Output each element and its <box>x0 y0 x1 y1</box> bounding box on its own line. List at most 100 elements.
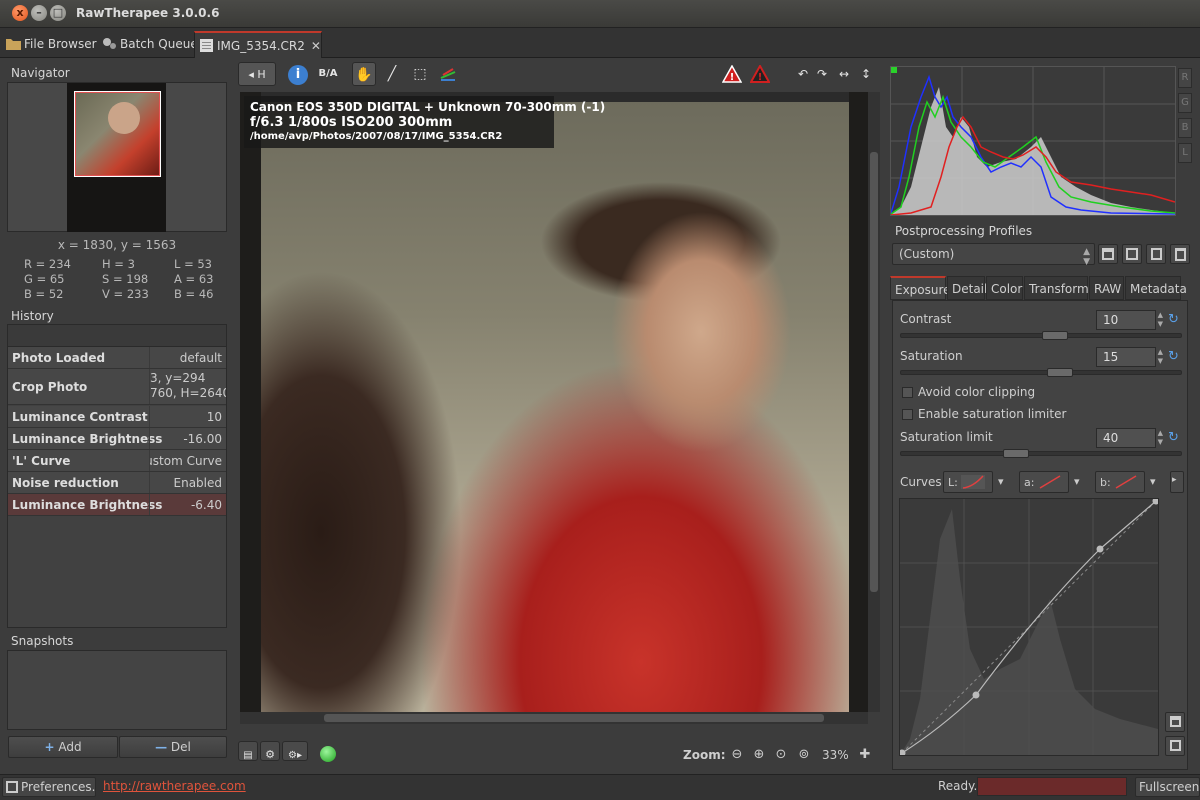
contrast-slider-knob[interactable] <box>1042 331 1068 340</box>
saturation-value: 15 <box>1103 350 1119 364</box>
tab-exposure[interactable]: Exposure <box>890 276 951 300</box>
enable-saturation-limiter-checkbox[interactable] <box>902 409 913 420</box>
saturation-slider-knob[interactable] <box>1047 368 1073 377</box>
straighten-tool-button[interactable] <box>436 62 460 86</box>
preferences-button[interactable]: Preferences... <box>2 777 96 797</box>
history-row-name: Crop Photo <box>12 380 88 394</box>
flip-vertical-button[interactable]: ↕ <box>854 62 878 86</box>
zoom-100-button[interactable]: ⊚ <box>795 746 813 764</box>
zoom-out-button[interactable]: ⊖ <box>728 746 746 764</box>
spin-arrows-icon[interactable]: ▲ ▼ <box>1158 348 1163 366</box>
homepage-link[interactable]: http://rawtherapee.com <box>103 779 246 793</box>
snapshots-list[interactable] <box>7 650 227 730</box>
zoom-100-icon: ⊚ <box>798 747 810 762</box>
spin-arrows-icon[interactable]: ▲ ▼ <box>1158 311 1163 329</box>
tab-metadata[interactable]: Metadata <box>1125 276 1187 300</box>
saturation-reset-icon[interactable]: ↻ <box>1168 350 1182 364</box>
delete-snapshot-button[interactable]: — Del <box>119 736 227 758</box>
saturation-limit-value: 40 <box>1103 431 1119 445</box>
hand-tool-button[interactable]: ✋ <box>352 62 376 86</box>
saturation-limit-reset-icon[interactable]: ↻ <box>1168 431 1182 445</box>
before-after-button[interactable]: B/A <box>316 62 340 86</box>
white-balance-picker-button[interactable]: ╱ <box>380 62 404 86</box>
photo-preview[interactable] <box>261 102 849 712</box>
new-detail-window-button[interactable]: ✚ <box>856 746 874 764</box>
vertical-scrollbar[interactable] <box>868 92 880 712</box>
image-preview[interactable]: Canon EOS 350D DIGITAL + Unknown 70-300m… <box>240 92 868 712</box>
curve-load-button[interactable] <box>1165 712 1185 732</box>
b-curve-dropdown-icon[interactable]: ▾ <box>1150 475 1156 488</box>
horizontal-scrollbar[interactable] <box>240 712 868 724</box>
spin-arrows-icon[interactable]: ▲ ▼ <box>1158 429 1163 447</box>
left-panel-toggle-button[interactable]: ▤ <box>238 741 258 761</box>
dropdown-arrows-icon: ▲ ▼ <box>1083 247 1090 267</box>
history-title: History <box>11 309 54 323</box>
fullscreen-button[interactable]: Fullscreen <box>1135 777 1200 797</box>
rotate-right-button[interactable]: ↷ <box>810 62 834 86</box>
history-row-selected[interactable]: Luminance Brightness -6.40 <box>8 494 226 516</box>
load-profile-button[interactable] <box>1098 244 1118 264</box>
history-row[interactable]: Luminance Contrast 10 <box>8 406 226 428</box>
history-row[interactable]: 'L' Curve Custom Curve <box>8 450 226 472</box>
highlight-clipping-button[interactable]: ! <box>720 62 744 86</box>
history-row[interactable]: Luminance Brightness -16.00 <box>8 428 226 450</box>
curve-expand-button[interactable]: ▸ <box>1170 471 1184 493</box>
pixel-a-value: A = 63 <box>174 272 214 286</box>
history-row[interactable]: Crop Photo 3, y=294 760, H=2640 <box>8 369 226 405</box>
flip-horizontal-button[interactable]: ↔ <box>832 62 856 86</box>
saturation-limit-input[interactable]: 40 ▲ ▼ <box>1096 428 1163 448</box>
panel-icon: ▤ <box>243 750 253 761</box>
tab-batch-queue[interactable]: Batch Queue <box>98 31 204 58</box>
contrast-reset-icon[interactable]: ↻ <box>1168 313 1182 327</box>
saturation-limit-label: Saturation limit <box>900 430 993 444</box>
paste-profile-button[interactable] <box>1170 244 1190 264</box>
close-window-button[interactable]: x <box>12 5 28 21</box>
avoid-color-clipping-checkbox[interactable] <box>902 387 913 398</box>
horizontal-scrollbar-thumb[interactable] <box>324 714 824 722</box>
saturation-limit-slider-knob[interactable] <box>1003 449 1029 458</box>
histogram-green-toggle[interactable]: G <box>1178 93 1192 113</box>
zoom-in-button[interactable]: ⊕ <box>750 746 768 764</box>
send-to-queue-button[interactable]: ⚙▸ <box>282 741 308 761</box>
maximize-window-button[interactable]: □ <box>50 5 66 21</box>
tab-detail[interactable]: Detail <box>947 276 987 300</box>
hide-history-button[interactable]: ◂ H <box>238 62 276 86</box>
close-tab-icon[interactable]: ✕ <box>311 39 321 53</box>
tab-raw[interactable]: RAW <box>1089 276 1124 300</box>
tab-image-editor[interactable]: IMG_5354.CR2 ✕ <box>194 31 322 58</box>
a-curve-dropdown-icon[interactable]: ▾ <box>1074 475 1080 488</box>
info-button[interactable]: i <box>286 62 310 86</box>
curve-editor[interactable] <box>898 497 1160 757</box>
history-row[interactable]: Photo Loaded default <box>8 347 226 369</box>
contrast-input[interactable]: 10 ▲ ▼ <box>1096 310 1163 330</box>
save-profile-button[interactable] <box>1122 244 1142 264</box>
history-row[interactable]: Noise reduction Enabled <box>8 472 226 494</box>
saturation-limit-slider[interactable] <box>900 449 1182 458</box>
tab-file-browser[interactable]: File Browser <box>2 31 103 58</box>
contrast-label: Contrast <box>900 312 952 326</box>
tab-transform[interactable]: Transform <box>1024 276 1089 300</box>
editor-toolbar: ◂ H i B/A ✋ ╱ ⬚ ! ! ↶ ↷ ↔ ↕ <box>236 58 880 90</box>
curve-save-button[interactable] <box>1165 736 1185 756</box>
a-curve-button[interactable]: a: <box>1019 471 1069 493</box>
preferences-gear-button[interactable]: ⚙ <box>260 741 280 761</box>
histogram-luminance-toggle[interactable]: L <box>1178 143 1192 163</box>
zoom-fit-button[interactable]: ⊙ <box>772 746 790 764</box>
saturation-input[interactable]: 15 ▲ ▼ <box>1096 347 1163 367</box>
contrast-slider[interactable] <box>900 331 1182 340</box>
histogram-red-toggle[interactable]: R <box>1178 68 1192 88</box>
crop-tool-button[interactable]: ⬚ <box>408 62 432 86</box>
l-curve-button[interactable]: L: <box>943 471 993 493</box>
tab-color[interactable]: Color <box>986 276 1023 300</box>
b-curve-button[interactable]: b: <box>1095 471 1145 493</box>
shadow-clipping-button[interactable]: ! <box>748 62 772 86</box>
saturation-slider[interactable] <box>900 368 1182 377</box>
vertical-scrollbar-thumb[interactable] <box>870 152 878 592</box>
minimize-window-button[interactable]: – <box>31 5 47 21</box>
profile-select[interactable]: (Custom) ▲ ▼ <box>892 243 1095 267</box>
histogram-blue-toggle[interactable]: B <box>1178 118 1192 138</box>
l-curve-dropdown-icon[interactable]: ▾ <box>998 475 1004 488</box>
plus-icon: + <box>44 740 55 754</box>
add-snapshot-button[interactable]: + Add <box>8 736 118 758</box>
copy-profile-button[interactable] <box>1146 244 1166 264</box>
